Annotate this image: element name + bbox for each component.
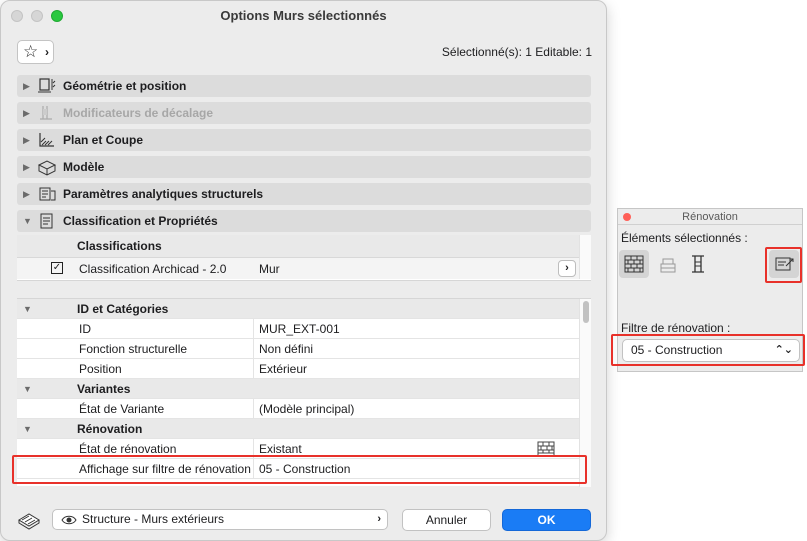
favorites-button[interactable]: ☆ › bbox=[17, 40, 54, 64]
disclosure-triangle-icon: ▶ bbox=[23, 162, 30, 172]
ok-button[interactable]: OK bbox=[502, 509, 591, 531]
property-group-row[interactable]: ▼ Variantes bbox=[17, 379, 579, 399]
classification-more-button[interactable]: › bbox=[558, 260, 576, 277]
structural-analytics-icon bbox=[39, 187, 56, 201]
panel-offset-modifiers: ▶ Modificateurs de décalage bbox=[17, 102, 591, 124]
zoom-window-button[interactable] bbox=[51, 10, 63, 22]
chevron-right-icon: › bbox=[377, 513, 381, 525]
classification-name: Classification Archicad - 2.0 bbox=[79, 262, 227, 276]
panel-label: Classification et Propriétés bbox=[63, 214, 218, 228]
plan-section-icon bbox=[39, 133, 54, 147]
property-row[interactable]: ID MUR_EXT-001 bbox=[17, 319, 579, 339]
disclosure-triangle-open-icon: ▼ bbox=[23, 424, 32, 434]
disclosure-triangle-open-icon: ▼ bbox=[23, 304, 32, 314]
eye-icon bbox=[61, 515, 77, 525]
property-row[interactable]: Position Extérieur bbox=[17, 359, 579, 379]
window-title: Options Murs sélectionnés bbox=[220, 8, 387, 23]
disclosure-triangle-open-icon: ▼ bbox=[23, 216, 32, 226]
layer-select[interactable]: Structure - Murs extérieurs › bbox=[52, 509, 388, 530]
classification-value: Mur bbox=[259, 262, 280, 276]
panel-structural-analytics[interactable]: ▶ Paramètres analytiques structurels bbox=[17, 183, 591, 205]
wall-tool-icon bbox=[18, 513, 40, 530]
panel-model[interactable]: ▶ Modèle bbox=[17, 156, 591, 178]
panel-label: Géométrie et position bbox=[63, 79, 187, 93]
disclosure-triangle-icon: ▶ bbox=[23, 189, 30, 199]
property-row[interactable]: État de Variante (Modèle principal) bbox=[17, 399, 579, 419]
highlight-frame bbox=[765, 247, 802, 283]
cancel-button[interactable]: Annuler bbox=[402, 509, 491, 531]
brick-wall-icon[interactable] bbox=[619, 250, 649, 278]
property-group-row[interactable]: ▼ ID et Catégories bbox=[17, 299, 579, 319]
classifications-table: Classifications ✓ Classification Archica… bbox=[17, 235, 591, 281]
highlight-frame bbox=[611, 334, 805, 366]
panel-label: Plan et Coupe bbox=[63, 133, 144, 147]
layer-name: Structure - Murs extérieurs bbox=[82, 512, 225, 526]
geometry-icon bbox=[38, 78, 56, 93]
selection-info: Sélectionné(s): 1 Editable: 1 bbox=[441, 45, 592, 59]
palette-title: Rénovation bbox=[618, 209, 802, 225]
close-window-button[interactable] bbox=[11, 10, 23, 22]
highlight-frame bbox=[12, 455, 587, 484]
classifications-header: Classifications bbox=[17, 235, 579, 257]
panel-label: Modèle bbox=[63, 160, 105, 174]
scrollbar-thumb[interactable] bbox=[583, 301, 589, 323]
disclosure-triangle-icon: ▶ bbox=[23, 81, 30, 91]
property-group-row[interactable]: ▼ Rénovation bbox=[17, 419, 579, 439]
disclosure-triangle-icon: ▶ bbox=[23, 135, 30, 145]
classification-checkbox[interactable]: ✓ bbox=[51, 262, 63, 274]
property-row[interactable]: Fonction structurelle Non défini bbox=[17, 339, 579, 359]
star-icon: ☆ bbox=[23, 42, 39, 61]
renovation-palette: Rénovation Éléments sélectionnés : Filtr… bbox=[611, 208, 805, 372]
renovation-filter-label: Filtre de rénovation : bbox=[621, 321, 731, 335]
options-dialog: Options Murs sélectionnés ☆ › Sélectionn… bbox=[0, 0, 607, 541]
minimize-window-button[interactable] bbox=[31, 10, 43, 22]
classifications-scrollbar[interactable] bbox=[579, 235, 591, 279]
chevron-right-icon: › bbox=[45, 45, 49, 59]
disclosure-triangle-icon: ▶ bbox=[23, 108, 30, 118]
offset-modifier-icon bbox=[40, 106, 52, 120]
panel-geometry[interactable]: ▶ Géométrie et position bbox=[17, 75, 591, 97]
disclosure-triangle-open-icon: ▼ bbox=[23, 384, 32, 394]
panel-plan-section[interactable]: ▶ Plan et Coupe bbox=[17, 129, 591, 151]
panel-classification[interactable]: ▼ Classification et Propriétés bbox=[17, 210, 591, 232]
panel-label: Modificateurs de décalage bbox=[63, 106, 214, 120]
panel-label: Paramètres analytiques structurels bbox=[63, 187, 264, 201]
classification-row[interactable]: ✓ Classification Archicad - 2.0 Mur › bbox=[17, 257, 579, 279]
palette-close-button[interactable] bbox=[623, 213, 631, 221]
demolish-icon[interactable] bbox=[653, 250, 683, 278]
selected-elements-label: Éléments sélectionnés : bbox=[621, 231, 748, 245]
model-icon bbox=[37, 160, 57, 176]
new-element-icon[interactable] bbox=[683, 250, 713, 278]
classification-icon bbox=[40, 213, 53, 229]
